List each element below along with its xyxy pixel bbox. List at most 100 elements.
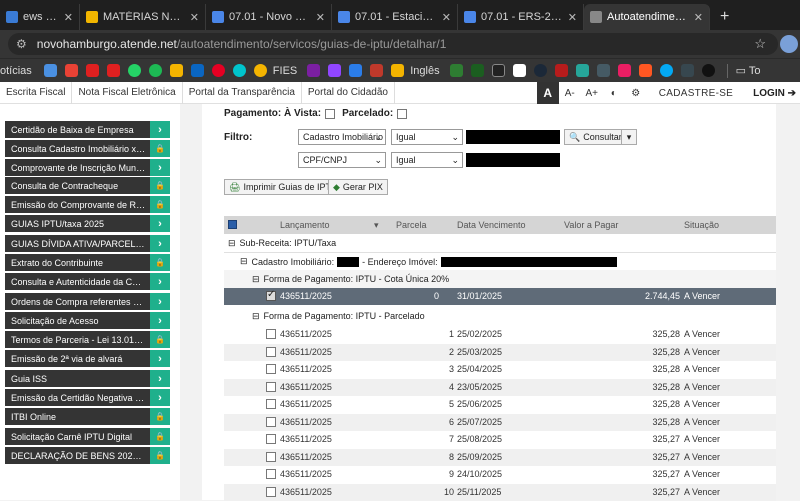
- collapse-icon[interactable]: ⊟: [228, 238, 236, 249]
- whatsapp-icon[interactable]: [127, 64, 141, 77]
- sidebar-item[interactable]: ITBI Online 🔒: [5, 408, 170, 425]
- sidebar-item[interactable]: Consulta e Autenticidade da Certidão ...…: [5, 273, 170, 290]
- contrast-icon[interactable]: ◐: [603, 82, 625, 104]
- bookmark-icon[interactable]: [680, 64, 694, 77]
- close-icon[interactable]: ✕: [316, 11, 325, 24]
- col-situacao[interactable]: Situação: [684, 220, 719, 230]
- col-valor[interactable]: Valor a Pagar: [564, 220, 618, 230]
- bookmark-icon[interactable]: [370, 64, 384, 77]
- sidebar-item[interactable]: Ordens de Compra referentes ao COVI...›: [5, 293, 170, 310]
- bookmark-folder-icon[interactable]: ▭ To: [736, 64, 761, 77]
- new-tab-icon[interactable]: +: [710, 8, 739, 30]
- cadastre-link[interactable]: CADASTRE-SE: [647, 88, 745, 99]
- filter2-value-input[interactable]: [466, 153, 560, 167]
- youtube-icon[interactable]: [85, 64, 99, 77]
- filter2-op-select[interactable]: Igual ⌄: [391, 152, 463, 168]
- pinterest-icon[interactable]: [211, 64, 225, 77]
- table-row[interactable]: 436511/2025 4 23/05/2025 325,28 A Vencer: [224, 378, 776, 396]
- parcelado-checkbox[interactable]: [397, 108, 408, 119]
- sidebar-item[interactable]: Guia ISS ›: [5, 370, 170, 387]
- close-icon[interactable]: ✕: [190, 11, 199, 24]
- row-checkbox[interactable]: [266, 289, 276, 301]
- site-info-icon[interactable]: ⚙: [16, 37, 27, 51]
- bookmark-icon[interactable]: [701, 64, 715, 77]
- nav-portal-cidadao[interactable]: Portal do Cidadão: [302, 81, 395, 104]
- drive-icon[interactable]: [169, 64, 183, 77]
- bookmark-icon[interactable]: [491, 64, 505, 77]
- linkedin-icon[interactable]: [190, 64, 204, 77]
- steam-icon[interactable]: [533, 64, 547, 77]
- close-icon[interactable]: ✕: [442, 11, 451, 24]
- chrome-icon[interactable]: [253, 64, 267, 77]
- font-decrease-button[interactable]: A-: [559, 82, 581, 104]
- table-row[interactable]: 436511/2025 7 25/08/2025 325,27 A Vencer: [224, 431, 776, 448]
- sidebar-item[interactable]: Consulta de Contracheque 🔒: [5, 177, 170, 194]
- gmail-icon[interactable]: [64, 64, 78, 77]
- bookmark-icon[interactable]: [470, 64, 484, 77]
- filter1-op-select[interactable]: Igual ⌄: [391, 129, 463, 145]
- sidebar-item[interactable]: Solicitação Carnê IPTU Digital 🔒: [5, 428, 170, 445]
- sidebar-item[interactable]: Emissão do Comprovante de Rendime...🔒: [5, 196, 170, 213]
- bookmark-icon[interactable]: [638, 64, 652, 77]
- cadastro-group[interactable]: ⊟ Cadastro Imobiliário: - Endereço Imóve…: [224, 252, 776, 270]
- bookmark-icon[interactable]: [307, 64, 321, 77]
- browser-tab[interactable]: 07.01 - ERS-240, tela ✕: [458, 4, 584, 30]
- row-checkbox[interactable]: [266, 416, 276, 427]
- bookmark-ingles[interactable]: Inglês: [410, 65, 439, 77]
- gerar-pix-button[interactable]: ◆ Gerar PIX: [328, 179, 388, 195]
- browser-tab-active[interactable]: Autoatendimento - N ✕: [584, 4, 710, 30]
- select-all-checkbox[interactable]: [228, 220, 237, 229]
- table-row-selected[interactable]: 436511/2025 0 31/01/2025 2.744,45 A Venc…: [224, 288, 776, 305]
- url-input[interactable]: ⚙ novohamburgo.atende.net /autoatendimen…: [8, 33, 778, 55]
- row-checkbox[interactable]: [266, 451, 276, 462]
- consultar-options-button[interactable]: ▾: [621, 129, 637, 145]
- canva-icon[interactable]: [232, 64, 246, 77]
- browser-tab[interactable]: ews - Gerenciar ✕: [0, 4, 80, 30]
- table-row[interactable]: 436511/2025 9 24/10/2025 325,27 A Vencer: [224, 466, 776, 483]
- nav-portal-transparencia[interactable]: Portal da Transparência: [183, 81, 302, 104]
- nav-escrita-fiscal[interactable]: Escrita Fiscal: [0, 81, 73, 104]
- sidebar-item[interactable]: Comprovante de Inscrição Municipal (...›: [5, 159, 170, 176]
- browser-tab[interactable]: 07.01 - Novo Boleto N ✕: [206, 4, 332, 30]
- table-row[interactable]: 436511/2025 3 25/04/2025 325,28 A Vencer: [224, 361, 776, 378]
- bookmark-fies[interactable]: FIES: [273, 65, 297, 77]
- close-icon[interactable]: ✕: [64, 11, 73, 24]
- bookmark-icon[interactable]: [554, 64, 568, 77]
- subreceita-group[interactable]: ⊟ Sub-Receita: IPTU/Taxa: [224, 234, 776, 252]
- table-row[interactable]: 436511/2025 2 25/03/2025 325,28 A Vencer: [224, 343, 776, 361]
- row-checkbox[interactable]: [266, 329, 276, 339]
- sidebar-item[interactable]: Emissão de 2ª via de alvará ›: [5, 350, 170, 367]
- sidebar-item[interactable]: DECLARAÇÃO DE BENS 2024 - ANO B...🔒: [5, 447, 170, 464]
- row-checkbox[interactable]: [266, 381, 276, 392]
- sidebar-item[interactable]: Solicitação de Acesso ›: [5, 312, 170, 329]
- collapse-icon[interactable]: ⊟: [252, 311, 260, 322]
- bookmark-label[interactable]: otícias: [0, 65, 32, 77]
- sidebar-item[interactable]: Emissão da Certidão Negativa de Débi...›: [5, 389, 170, 406]
- spotify-icon[interactable]: [148, 64, 162, 77]
- bookmark-icon[interactable]: [617, 64, 631, 77]
- filter1-value-input[interactable]: [466, 130, 560, 144]
- table-row[interactable]: 436511/2025 8 25/09/2025 325,27 A Vencer: [224, 448, 776, 466]
- bookmark-icon[interactable]: [596, 64, 610, 77]
- sidebar-item[interactable]: Termos de Parceria - Lei 13.019/14 🔒: [5, 331, 170, 348]
- sidebar-item[interactable]: Consulta Cadastro Imobiliário x Propri..…: [5, 140, 170, 157]
- twitch-icon[interactable]: [328, 64, 342, 77]
- table-row[interactable]: 436511/2025 1 25/02/2025 325,28 A Vencer: [224, 326, 776, 343]
- bookmark-icon[interactable]: [449, 64, 463, 77]
- browser-tab[interactable]: 07.01 - Estacionamen ✕: [332, 4, 458, 30]
- nav-nota-fiscal[interactable]: Nota Fiscal Eletrônica: [72, 81, 183, 104]
- youtube-icon[interactable]: [106, 64, 120, 77]
- font-normal-button[interactable]: A: [536, 82, 559, 104]
- filter2-field-select[interactable]: CPF/CNPJ ⌄: [298, 152, 386, 168]
- table-row[interactable]: 436511/2025 10 25/11/2025 325,27 A Vencer: [224, 483, 776, 501]
- collapse-icon[interactable]: ⊟: [252, 274, 260, 285]
- sidebar-item[interactable]: Extrato do Contribuinte 🔒: [5, 254, 170, 271]
- col-parcela[interactable]: Parcela: [396, 220, 427, 230]
- row-checkbox[interactable]: [266, 469, 276, 479]
- bookmark-icon[interactable]: [43, 64, 57, 77]
- close-icon[interactable]: ✕: [568, 11, 577, 24]
- close-icon[interactable]: ✕: [694, 11, 703, 24]
- collapse-icon[interactable]: ⊟: [240, 256, 248, 267]
- font-increase-button[interactable]: A+: [581, 82, 603, 104]
- a-vista-checkbox[interactable]: [325, 108, 336, 119]
